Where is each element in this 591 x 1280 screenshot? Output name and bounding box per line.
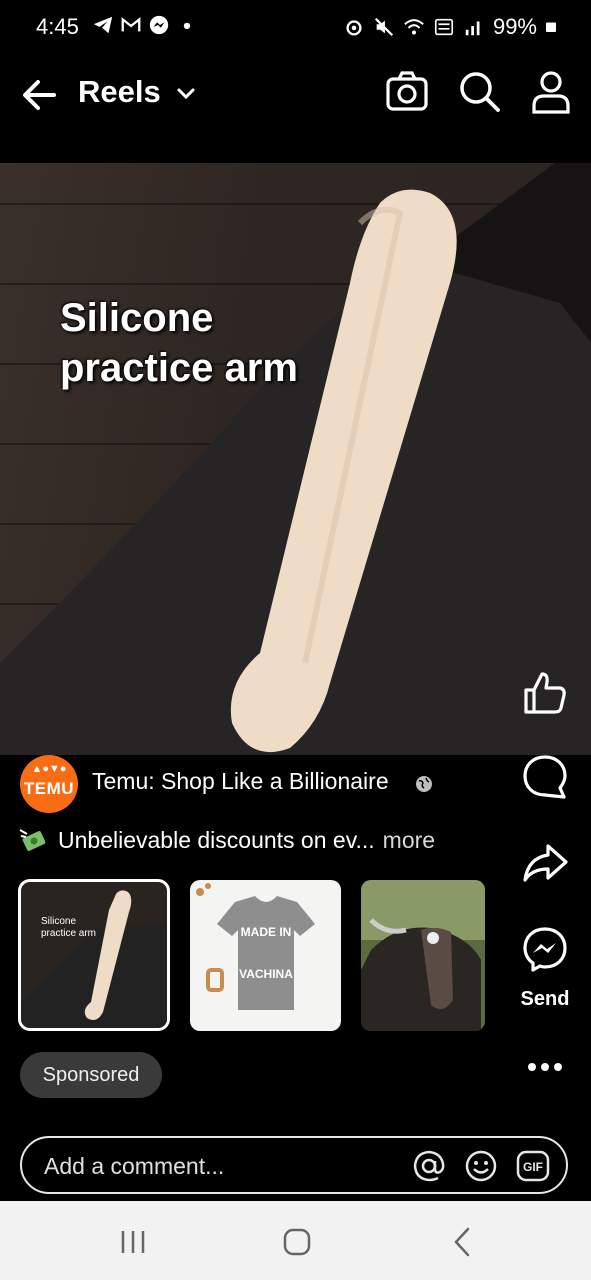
reels-header: Reels	[0, 60, 591, 130]
money-with-wings-icon	[19, 829, 46, 851]
author-name[interactable]: Temu: Shop Like a Billionaire	[92, 768, 389, 795]
send-label[interactable]: Send	[512, 988, 578, 1011]
thumbnail-image	[21, 890, 167, 1028]
gmail-icon	[121, 17, 141, 32]
mention-icon[interactable]	[412, 1149, 446, 1183]
alarm-icon	[346, 20, 362, 36]
home-icon[interactable]	[280, 1225, 314, 1259]
battery-icon	[546, 22, 556, 32]
share-icon[interactable]	[520, 838, 570, 888]
camera-icon[interactable]	[384, 68, 430, 114]
volte-icon	[434, 18, 454, 36]
thumbnail-caption-line: practice arm	[41, 928, 97, 939]
reel-video[interactable]: Silicone practice arm	[0, 163, 591, 755]
thumbnail-caption-line: Silicone	[41, 916, 77, 927]
author-avatar[interactable]: ▲●▼● TEMU	[20, 755, 78, 813]
signal-icon	[465, 21, 480, 36]
search-icon[interactable]	[456, 68, 502, 114]
telegram-icon	[93, 16, 113, 34]
sponsored-badge: Sponsored	[20, 1052, 162, 1098]
avatar-text: TEMU	[23, 779, 75, 798]
notification-icons	[92, 14, 198, 36]
product-thumbnail[interactable]	[361, 880, 485, 1031]
temu-logo-mark-icon: ▲●▼●	[31, 763, 67, 775]
wifi-icon	[404, 19, 424, 35]
status-time: 4:45	[36, 14, 79, 39]
battery-percent: 99%	[492, 14, 537, 39]
recents-icon[interactable]	[116, 1225, 150, 1259]
profile-icon[interactable]	[528, 68, 574, 114]
video-overlay-text: Silicone practice arm	[60, 293, 298, 393]
back-icon[interactable]	[446, 1225, 480, 1259]
product-thumbnail[interactable]: MADE IN VACHINA	[190, 880, 341, 1031]
product-image	[0, 163, 591, 755]
mute-icon	[374, 17, 394, 37]
onesie-text-2: VACHINA	[239, 967, 293, 981]
onesie-text-1: MADE IN	[241, 925, 292, 939]
gif-label: GIF	[523, 1160, 543, 1174]
caption[interactable]: Unbelievable discounts on ev... more	[18, 824, 435, 856]
more-icon[interactable]	[520, 1042, 570, 1092]
system-status: 99%	[343, 14, 557, 40]
caption-more-link[interactable]: more	[383, 827, 435, 854]
baby-onesie-image: MADE IN VACHINA	[196, 883, 315, 1010]
gif-icon[interactable]: GIF	[516, 1149, 550, 1183]
comment-icon[interactable]	[520, 752, 570, 802]
chevron-down-icon[interactable]	[174, 82, 198, 106]
overlay-line-1: Silicone	[60, 296, 214, 340]
emoji-icon[interactable]	[464, 1149, 498, 1183]
caption-text: Unbelievable discounts on ev...	[58, 826, 375, 853]
page-title[interactable]: Reels	[78, 74, 161, 110]
dot-icon	[183, 22, 191, 30]
back-arrow-icon[interactable]	[18, 74, 60, 116]
like-icon[interactable]	[520, 668, 570, 718]
messenger-send-icon[interactable]	[520, 924, 570, 974]
thumbnail-caption: Silicone practice arm	[41, 916, 96, 940]
product-thumbnail[interactable]: Silicone practice arm	[18, 879, 170, 1031]
messenger-icon	[149, 15, 169, 35]
globe-icon	[416, 776, 432, 792]
reels-screen: 4:45 99% Reels Silicone practice arm Sen…	[0, 0, 591, 1280]
comment-input[interactable]	[42, 1152, 386, 1181]
overlay-line-2: practice arm	[60, 346, 298, 390]
cow-image	[361, 880, 485, 1031]
comment-bar: GIF	[20, 1136, 568, 1194]
status-bar: 4:45 99%	[0, 0, 591, 56]
system-nav-bar	[0, 1201, 591, 1280]
